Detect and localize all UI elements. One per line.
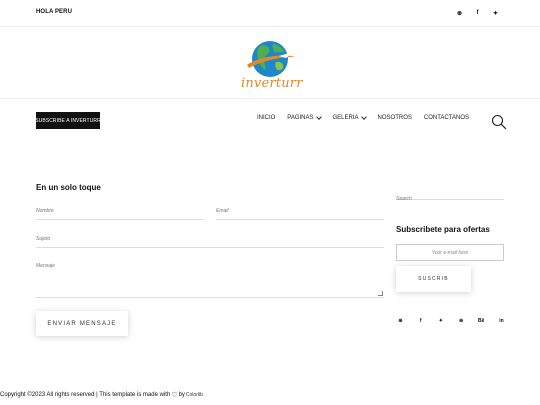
nav-item-geleria[interactable]: GELERIA	[332, 114, 367, 121]
name-placeholder: Nombre	[36, 208, 54, 214]
resize-handle-icon[interactable]	[378, 291, 383, 296]
copyright-text: Copyright ©2023 All rights reserved | Th…	[0, 392, 171, 398]
newsletter-subscribe-button[interactable]: SUSCRIB	[396, 266, 471, 292]
colorlib-link[interactable]: Colorlib	[186, 392, 203, 398]
email-field[interactable]: Email	[216, 208, 384, 220]
subscribe-button[interactable]: SUBSCRIBE A INVERTURR	[35, 112, 101, 129]
contact-title: En un solo toque	[36, 183, 101, 192]
sidebar-social-links: ⊛ f ✦ ⊕ Bē in	[396, 315, 506, 327]
dribbble-icon[interactable]: ⊕	[457, 315, 466, 327]
heart-icon: ♡	[171, 392, 178, 399]
chevron-down-icon	[315, 114, 322, 120]
nav-item-contactanos[interactable]: CONTACTANOS	[424, 115, 469, 121]
linkedin-icon[interactable]: in	[497, 315, 506, 327]
message-field[interactable]: Mensaje	[36, 263, 384, 298]
subject-field[interactable]: Sujeto	[36, 236, 384, 248]
footer-by: by	[178, 392, 185, 398]
send-message-button[interactable]: ENVIAR MENSAJE	[36, 311, 128, 336]
sidebar-subscribe-title: Subscribete para ofertas	[396, 225, 490, 234]
pinterest-icon[interactable]: ⊛	[455, 7, 464, 19]
sidebar-search-placeholder: Search	[396, 196, 412, 202]
nav-item-label: INICIO	[256, 115, 276, 121]
nav-item-label: GELERIA	[332, 115, 359, 121]
nav-item-label: PAGINAS	[287, 115, 314, 121]
pinterest-icon[interactable]: ⊛	[396, 315, 405, 327]
nav-item-label: CONTACTANOS	[423, 115, 469, 121]
top-bar: HOLA PERU ⊛ f ✦	[0, 0, 540, 27]
subject-placeholder: Sujeto	[36, 236, 51, 242]
nav-item-label: NOSOTROS	[377, 115, 412, 121]
sidebar-search-input[interactable]: Search	[396, 187, 504, 202]
nav-item-inicio[interactable]: INICIO	[257, 115, 275, 121]
logo-area: inverturr	[0, 28, 540, 99]
greeting-text: HOLA PERU	[36, 9, 73, 15]
facebook-icon[interactable]: f	[473, 7, 482, 19]
twitter-icon[interactable]: ✦	[491, 7, 500, 19]
twitter-icon[interactable]: ✦	[436, 315, 445, 327]
search-icon[interactable]	[491, 114, 507, 130]
chevron-down-icon	[360, 114, 367, 120]
logo-text: inverturr	[241, 76, 303, 91]
main-nav: INICIO PAGINAS GELERIA NOSOTROS CONTACTA…	[257, 114, 469, 121]
newsletter-email-input[interactable]: Your e-mail here	[396, 244, 504, 261]
nav-item-paginas[interactable]: PAGINAS	[287, 114, 322, 121]
nav-item-nosotros[interactable]: NOSOTROS	[378, 115, 412, 121]
behance-icon[interactable]: Bē	[477, 315, 486, 327]
top-social-links: ⊛ f ✦	[455, 7, 500, 19]
message-placeholder: Mensaje	[36, 263, 55, 269]
email-placeholder: Email	[216, 208, 229, 214]
facebook-icon[interactable]: f	[416, 315, 425, 327]
footer: Copyright ©2023 All rights reserved | Th…	[0, 391, 203, 399]
name-field[interactable]: Nombre	[36, 208, 204, 220]
